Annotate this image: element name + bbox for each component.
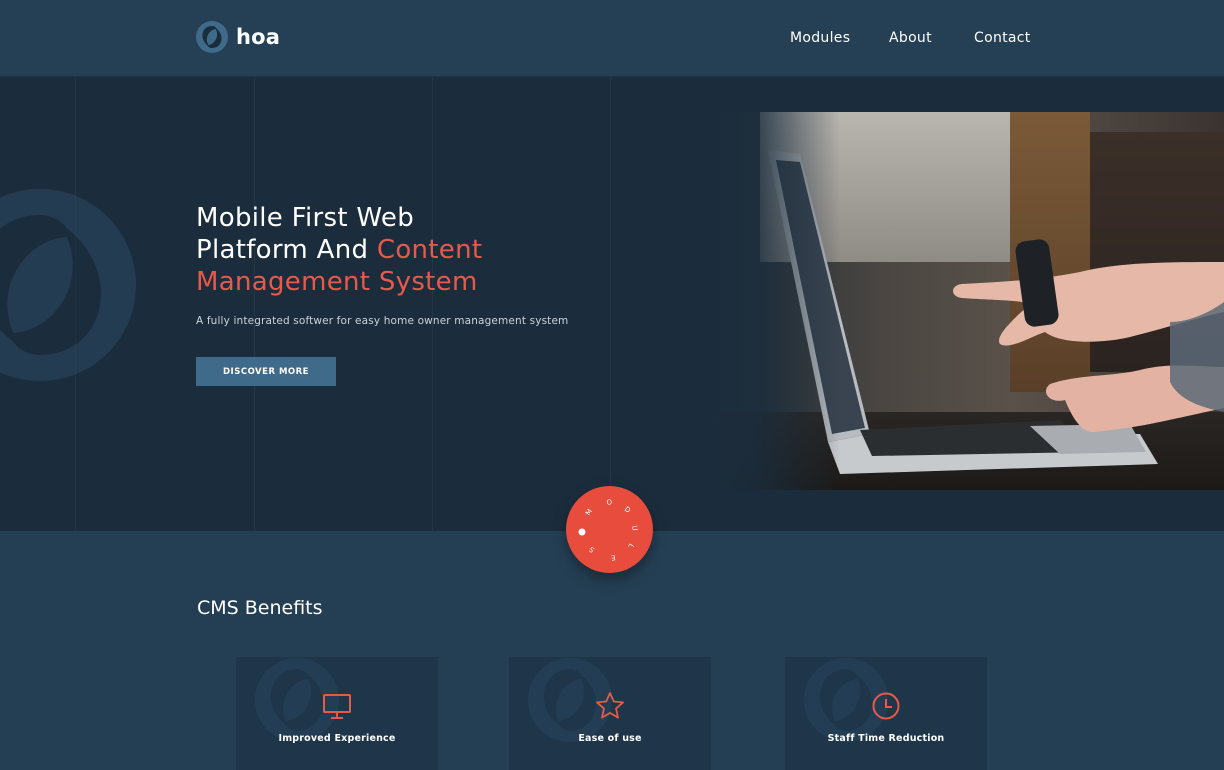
benefit-card-label: Improved Experience [278,733,396,744]
photo-fade [700,112,840,490]
page: hoa Modules About Contact Mobile First W… [0,0,1224,770]
badge-letter: S [587,544,596,553]
hero-title-accent1: Content [376,235,483,265]
badge-dot [578,528,586,536]
badge-letter: O [606,498,613,507]
grid-line [254,77,255,531]
badge-letter: L [626,542,635,549]
badge-letter: D [623,505,632,515]
background-logo-watermark [0,189,136,381]
modules-badge[interactable]: M O D U L E S [566,486,653,573]
hero-subtitle: A fully integrated softwer for easy home… [196,315,569,327]
site-header: hoa Modules About Contact [0,0,1224,77]
benefit-card-label: Staff Time Reduction [827,733,945,744]
modules-badge-ring: M O D U L E S [578,498,639,562]
benefit-card-staff-time-reduction[interactable]: Staff Time Reduction [785,657,987,770]
monitor-icon [323,694,351,719]
clock-icon [872,692,900,720]
nav-link-modules[interactable]: Modules [790,30,850,46]
hero-section: Mobile First Web Platform And Content Ma… [0,77,1224,531]
benefit-card-ease-of-use[interactable]: Ease of use [509,657,711,770]
hero-photo [700,112,1224,490]
benefit-card-improved-experience[interactable]: Improved Experience [236,657,438,770]
star-icon [596,692,624,719]
main-nav: Modules About Contact [0,30,1224,50]
grid-line [432,77,433,531]
badge-letter: U [630,525,639,531]
discover-more-button[interactable]: DISCOVER MORE [196,357,336,386]
benefit-card-label: Ease of use [578,733,642,744]
grid-line [610,77,611,531]
hero-title-line1: Mobile First Web [196,203,415,233]
benefits-title: CMS Benefits [197,597,323,619]
nav-link-contact[interactable]: Contact [974,30,1031,46]
nav-link-about[interactable]: About [889,30,932,46]
badge-letter: E [610,553,616,562]
hero-title-accent2: Management System [196,267,478,297]
hero-title: Mobile First Web Platform And Content Ma… [196,202,616,298]
hero-title-line2: Platform And [196,235,377,265]
badge-letter: M [584,508,594,518]
